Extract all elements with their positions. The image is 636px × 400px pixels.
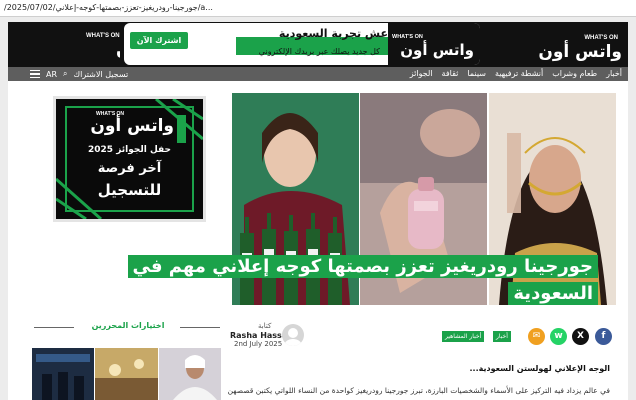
main-nav: أخبار طعام وشراب أنشطة ترفيهية سينما ثقا…: [8, 67, 628, 81]
nav-item-awards[interactable]: الجوائز: [410, 69, 433, 78]
banner-headline: عش تجربة السعودية: [278, 27, 388, 40]
svg-text:واتس أون: واتس أون: [400, 40, 474, 59]
email-share-icon[interactable]: ✉: [528, 328, 545, 345]
article-area: WHAT'S ON واتس أون حفل الجوائز 2025 آخر …: [8, 81, 628, 400]
url-text[interactable]: /جورجينا-رودريغيز-تعزز-بصمتها-كوجه-إعلان…: [4, 3, 213, 12]
newsletter-banner[interactable]: WHAT'S ON واتس أون عش تجربة السعودية كل …: [124, 23, 480, 65]
tag-celebrity-news[interactable]: أخبار المشاهير: [442, 331, 485, 342]
banner-subline: كل جديد يصلك عبر بريدك الإلكتروني: [258, 47, 380, 56]
author-by-label: كتابة: [258, 322, 272, 330]
ad-frame-graphic: WHAT'S ON واتس أون: [56, 99, 203, 219]
nav-item-cinema[interactable]: سينما: [467, 69, 486, 78]
nav-item-activities[interactable]: أنشطة ترفيهية: [495, 69, 543, 78]
author-avatar: [282, 324, 304, 346]
whatsapp-share-icon[interactable]: w: [550, 328, 567, 345]
heading-rule-left: [34, 327, 74, 328]
banner-whatson-logo: WHAT'S ON واتس أون: [392, 34, 474, 59]
address-bar[interactable]: /جورجينا-رودريغيز-تعزز-بصمتها-كوجه-إعلان…: [0, 0, 636, 17]
svg-text:واتس أون: واتس أون: [538, 40, 622, 62]
editors-picks-label: اختيارات المحررين: [91, 321, 165, 330]
x-share-icon[interactable]: X: [572, 328, 589, 345]
pick-thumbnail-3[interactable]: [159, 348, 221, 400]
menu-icon[interactable]: [30, 70, 40, 78]
nav-item-news[interactable]: أخبار: [606, 69, 622, 78]
facebook-share-icon[interactable]: f: [595, 328, 612, 345]
whatson-logo[interactable]: WHAT'S ON واتس أون: [24, 28, 120, 60]
author-block: كتابة Rasha Hassan 2nd July 2025: [230, 322, 312, 350]
svg-text:WHAT'S ON: WHAT'S ON: [86, 33, 120, 39]
pick-thumbnail-1[interactable]: [32, 348, 94, 400]
ad-line-ceremony: حفل الجوائز 2025: [88, 145, 171, 155]
awards-ad[interactable]: WHAT'S ON واتس أون حفل الجوائز 2025 آخر …: [53, 96, 206, 222]
nav-utilities: AR ⌕ تسجيل الاشتراك: [30, 69, 128, 79]
svg-text:WHAT'S ON: WHAT'S ON: [584, 35, 618, 41]
article-lead: الوجه الإعلاني لهولستن السعودية...: [469, 364, 610, 373]
nav-item-food[interactable]: طعام وشراب: [552, 69, 597, 78]
browser-window: /جورجينا-رودريغيز-تعزز-بصمتها-كوجه-إعلان…: [0, 0, 636, 400]
nav-items: أخبار طعام وشراب أنشطة ترفيهية سينما ثقا…: [410, 69, 622, 78]
article-headline: جورجينا رودريغيز تعزز بصمتها كوجه إعلاني…: [96, 253, 598, 307]
svg-text:واتس أون: واتس أون: [116, 38, 120, 60]
heading-rule-right: [180, 327, 220, 328]
editors-picks-heading: اختيارات المحررين: [34, 320, 222, 334]
svg-text:WHAT'S ON: WHAT'S ON: [392, 34, 423, 40]
subscribe-now-button[interactable]: اشترك الآن: [130, 32, 188, 49]
page-gutter-left: [0, 22, 8, 400]
svg-text:واتس أون: واتس أون: [90, 114, 174, 136]
ad-line-last-chance: آخر فرصة: [97, 161, 162, 176]
pick-thumbnail-2[interactable]: [95, 348, 158, 400]
site-logo[interactable]: WHAT'S ON واتس أون: [532, 28, 624, 62]
publish-date: 2nd July 2025: [234, 340, 283, 348]
tag-news[interactable]: أخبار: [493, 331, 511, 342]
nav-item-culture[interactable]: ثقافة: [442, 69, 459, 78]
page-gutter-right: [628, 22, 636, 400]
search-icon[interactable]: ⌕: [63, 69, 67, 79]
headline-text: جورجينا رودريغيز تعزز بصمتها كوجه إعلاني…: [127, 255, 598, 305]
article-body: في عالم يزداد فيه التركيز على الأسماء وا…: [227, 386, 610, 395]
signup-link[interactable]: تسجيل الاشتراك: [74, 70, 129, 79]
language-switch[interactable]: AR: [46, 70, 57, 79]
ad-line-register: للتسجيل: [97, 181, 162, 199]
site-header: WHAT'S ON واتس أون WHAT'S ON واتس أون عش…: [8, 22, 628, 67]
